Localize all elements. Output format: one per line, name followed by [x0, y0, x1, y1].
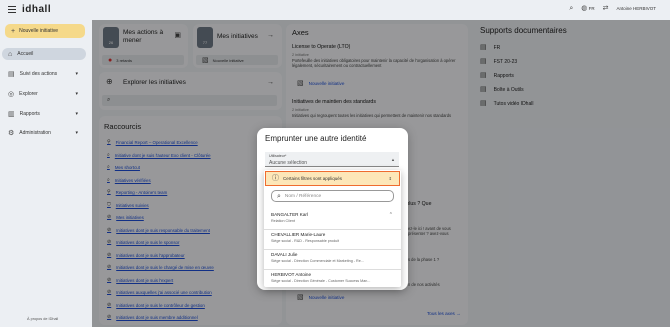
sidebar-item-accueil[interactable]: ⌂ Accueil [2, 48, 86, 60]
dialog-title: Emprunter une autre identité [265, 134, 367, 143]
sidebar-item-administration[interactable]: ⚙ Administration ▾ [2, 127, 86, 139]
info-icon: ⓘ [272, 175, 279, 182]
user-option[interactable]: BANGALTER Karl Relation Client [271, 212, 397, 223]
user-name[interactable]: Antoine HERBIVOT [616, 6, 656, 11]
chevron-up-icon: ▲ [391, 157, 395, 162]
user-option-name: HERBIVOT Antoine [271, 272, 312, 277]
sidebar-item-label: Rapports [19, 111, 40, 117]
home-icon: ⌂ [8, 50, 13, 58]
divider [264, 249, 401, 250]
sidebar-item-suivi[interactable]: ▤ Suivi des actions ▾ [2, 68, 86, 80]
new-initiative-button[interactable]: + Nouvelle initiative [5, 24, 85, 38]
app-logo: idhall [22, 4, 52, 15]
user-search-input[interactable]: ⌕ Nom / Référence [271, 190, 394, 202]
sidebar-item-rapports[interactable]: ▥ Rapports ▾ [2, 108, 86, 120]
user-select-label: Utilisateur* [269, 154, 287, 158]
impersonate-icon[interactable]: ⇄ [603, 5, 609, 12]
language-label: FR [588, 6, 595, 11]
gear-icon: ⚙ [8, 129, 15, 137]
sidebar-item-label: Explorer [19, 91, 38, 97]
sidebar-item-explorer[interactable]: ◎ Explorer ▾ [2, 88, 86, 100]
filters-applied-label: Certains filtres sont appliqués [283, 176, 343, 181]
user-option-name: DAVALI Julie [271, 252, 298, 257]
menu-icon[interactable] [8, 6, 16, 13]
new-initiative-label: Nouvelle initiative [19, 28, 59, 34]
search-icon: ⌕ [277, 192, 281, 200]
sidebar: + Nouvelle initiative ⌂ Accueil ▤ Suivi … [0, 20, 92, 327]
plus-icon: + [11, 27, 16, 35]
language-selector[interactable]: ◍ FR [581, 5, 594, 12]
user-option-detail: Relation Client [271, 219, 295, 223]
user-option[interactable]: CHEVALLIER Marie-Laure Siège social - R&D… [271, 232, 397, 243]
chevron-down-icon: ▾ [75, 71, 78, 77]
user-dropdown: ⓘ Certains filtres sont appliqués ⇕ ⌕ No… [264, 170, 401, 287]
user-option-detail: Siège social - Direction Générale - Cust… [271, 279, 371, 283]
chart-icon: ▥ [8, 110, 15, 118]
compass-icon: ◎ [8, 90, 15, 98]
filters-applied-notice[interactable]: ⓘ Certains filtres sont appliqués ⇕ [265, 171, 400, 186]
user-option-name: CHEVALLIER Marie-Laure [271, 232, 326, 237]
user-option-detail: Siège social - R&D - Responsable produit [271, 239, 340, 243]
user-select[interactable]: Utilisateur* Aucune sélection ▲ [265, 152, 399, 167]
user-option[interactable]: HERBIVOT Antoine Siège social - Direction… [271, 272, 397, 283]
user-search-placeholder: Nom / Référence [284, 193, 322, 199]
user-option-name: BANGALTER Karl [271, 212, 308, 217]
chevron-down-icon: ▾ [75, 91, 78, 97]
sidebar-item-label: Accueil [17, 51, 34, 57]
expand-icon: ⇕ [388, 176, 392, 181]
search-icon[interactable]: ⌕ [569, 5, 573, 12]
sidebar-item-label: Administration [19, 130, 51, 136]
tasks-icon: ▤ [8, 70, 15, 78]
globe-icon: ◍ [581, 5, 588, 12]
about-link[interactable]: À propos de IDhall [27, 317, 58, 321]
chevron-down-icon: ▾ [75, 130, 78, 136]
sidebar-item-label: Suivi des actions [19, 71, 58, 77]
divider [264, 229, 401, 230]
user-option[interactable]: DAVALI Julie Siège social - Direction Com… [271, 252, 397, 263]
user-option-detail: Siège social - Direction Commerciale et … [271, 259, 364, 263]
top-bar: idhall ⌕ ◍ FR ⇄ Antoine HERBIVOT [0, 0, 670, 20]
chevron-down-icon: ▾ [75, 111, 78, 117]
user-select-value: Aucune sélection [269, 160, 308, 166]
divider [264, 269, 401, 270]
